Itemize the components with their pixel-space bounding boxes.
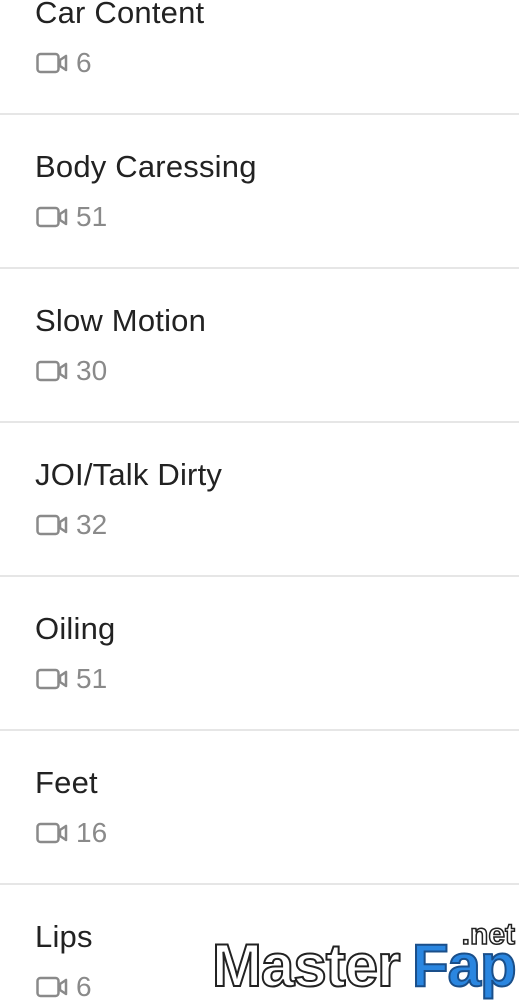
video-camera-icon	[36, 822, 68, 844]
video-count: 32	[76, 509, 108, 540]
category-list-screen: Car Content 6 Body Caressing 51 Slow Mot…	[0, 0, 519, 1000]
video-camera-icon	[36, 360, 68, 382]
category-title: Lips	[35, 919, 93, 954]
video-count: 51	[76, 201, 108, 232]
category-title: Body Caressing	[35, 149, 257, 184]
video-count: 6	[76, 971, 92, 1000]
watermark-net-text: .net	[461, 918, 516, 951]
category-meta: 6	[36, 971, 92, 1000]
category-meta: 51	[36, 663, 107, 695]
category-meta: 51	[36, 201, 107, 233]
video-camera-icon	[36, 514, 68, 536]
category-title: Oiling	[35, 611, 116, 646]
video-count: 51	[76, 663, 108, 694]
category-title: Slow Motion	[35, 303, 207, 338]
video-camera-icon	[36, 206, 68, 228]
category-item-slow-motion[interactable]: Slow Motion 30	[0, 269, 519, 423]
video-camera-icon	[36, 52, 68, 74]
video-count: 16	[76, 817, 108, 848]
category-item-car-content[interactable]: Car Content 6	[0, 0, 519, 115]
category-meta: 32	[36, 509, 107, 541]
video-camera-icon	[36, 668, 68, 690]
category-title: Feet	[35, 765, 98, 800]
category-item-feet[interactable]: Feet 16	[0, 731, 519, 885]
category-title: JOI/Talk Dirty	[35, 457, 223, 492]
video-count: 6	[76, 47, 92, 78]
category-item-joi-talk-dirty[interactable]: JOI/Talk Dirty 32	[0, 423, 519, 577]
video-count: 30	[76, 355, 108, 386]
category-title: Car Content	[35, 0, 205, 30]
category-list: Car Content 6 Body Caressing 51 Slow Mot…	[0, 0, 519, 1000]
category-meta: 16	[36, 817, 107, 849]
category-meta: 30	[36, 355, 107, 387]
category-item-body-caressing[interactable]: Body Caressing 51	[0, 115, 519, 269]
category-item-oiling[interactable]: Oiling 51	[0, 577, 519, 731]
masterfap-watermark: Master Fap .net	[211, 918, 518, 999]
video-camera-icon	[36, 976, 68, 998]
category-meta: 6	[36, 47, 92, 79]
watermark-master-text: Master	[211, 932, 401, 999]
